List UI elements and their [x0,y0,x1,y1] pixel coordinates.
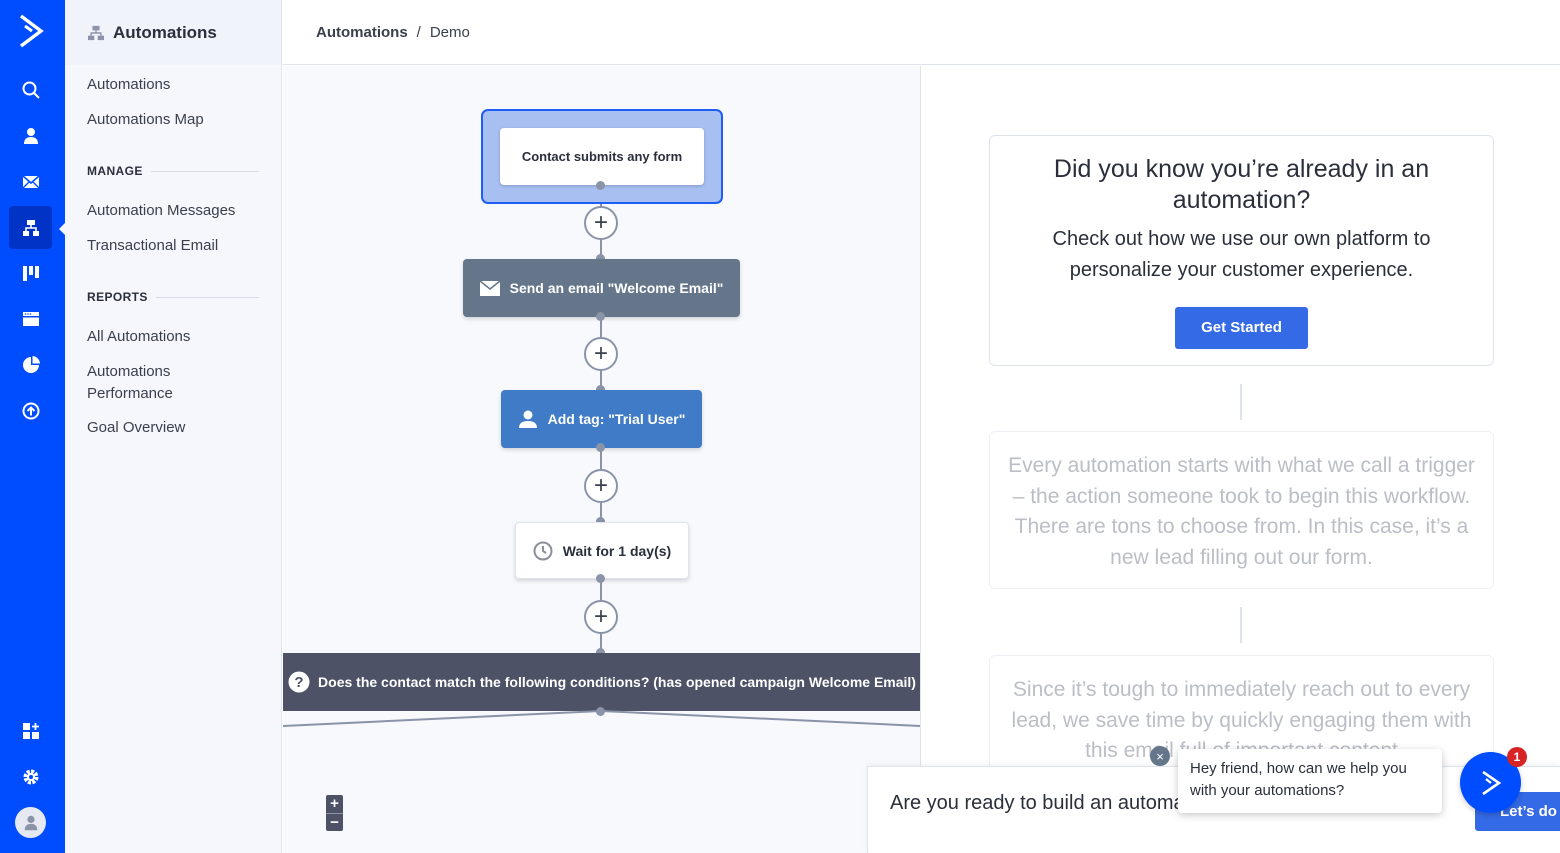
add-step-button[interactable]: + [584,600,618,634]
zoom-controls: + − [326,795,343,831]
workflow-canvas[interactable]: Contact submits any form + Send an email… [283,66,921,853]
question-icon: ? [288,671,310,693]
automations-icon [22,219,39,236]
apps-add-icon [22,722,39,739]
subnav-title: Automations [113,22,217,42]
node-label: Add tag: "Trial User" [547,411,686,427]
subnav-link-all-automations[interactable]: All Automations [87,326,262,348]
breadcrumb-automations[interactable]: Automations [316,24,408,41]
rail-apps[interactable] [9,709,52,752]
breadcrumb-separator: / [416,23,421,41]
trigger-node[interactable]: Contact submits any form [500,128,704,185]
add-step-button[interactable]: + [584,206,618,240]
section-title: MANAGE [87,164,143,178]
get-started-button[interactable]: Get Started [1175,307,1308,349]
guide-intro-card: Did you know you’re already in an automa… [989,135,1494,366]
section-title: REPORTS [87,290,148,304]
clock-icon [533,541,553,560]
subnav-section-manage: MANAGE [87,164,259,178]
automations-subnav: Automations Automations Automations Map … [65,0,282,853]
upgrade-arrow-icon [22,402,39,419]
branch-connectors [283,710,920,727]
breadcrumb: Automations / Demo [283,0,1560,65]
website-icon [22,311,39,326]
subnav-link-automations-map[interactable]: Automations Map [87,109,262,131]
trigger-selected-frame: Contact submits any form [481,109,723,204]
envelope-icon [479,280,500,296]
connector-dot [596,443,605,452]
gear-icon [23,769,38,784]
chat-message[interactable]: Hey friend, how can we help you with you… [1178,749,1442,813]
breadcrumb-current: Demo [429,23,470,41]
activecampaign-chevron-icon [1481,770,1501,795]
svg-text:?: ? [294,674,303,691]
chat-close-button[interactable]: × [1150,746,1170,766]
wait-node[interactable]: Wait for 1 day(s) [515,522,689,579]
guide-connector [1240,607,1242,643]
connector-dot [596,574,605,583]
guide-heading: Did you know you’re already in an automa… [1053,155,1430,214]
primary-nav-rail [0,0,66,853]
node-label: Send an email "Welcome Email" [509,280,724,296]
rail-website[interactable] [9,297,52,340]
reports-pie-icon [22,355,40,373]
rail-settings[interactable] [9,755,52,798]
user-icon [518,410,537,428]
subnav-section-reports: REPORTS [87,290,259,304]
rail-deals[interactable] [9,251,52,294]
add-step-button[interactable]: + [584,469,618,503]
deals-icon [22,265,39,281]
automations-icon [88,25,104,40]
node-label: Wait for 1 day(s) [562,542,672,559]
rail-reports[interactable] [9,343,52,386]
subnav-link-automation-messages[interactable]: Automation Messages [87,200,262,222]
add-tag-node[interactable]: Add tag: "Trial User" [501,390,702,448]
account-avatar[interactable] [15,807,46,838]
rail-automations[interactable] [9,206,52,249]
section-divider [150,170,259,172]
subnav-header: Automations [65,0,281,65]
unread-badge: 1 [1507,747,1527,767]
activecampaign-logo-icon[interactable] [14,12,48,50]
rail-contacts[interactable] [9,114,52,157]
search-icon [22,81,40,99]
section-divider [155,296,259,298]
add-step-button[interactable]: + [584,337,618,371]
connector-dot [596,312,605,321]
guide-panel: Did you know you’re already in an automa… [922,66,1560,853]
subnav-link-automations-performance[interactable]: Automations Performance [87,361,197,405]
campaigns-icon [21,174,40,188]
subnav-link-automations[interactable]: Automations [87,74,262,96]
node-label: Does the contact match the following con… [318,674,916,690]
guide-step-card: Every automation starts with what we cal… [989,431,1494,589]
zoom-in-button[interactable]: + [326,795,343,814]
contacts-icon [23,127,38,144]
zoom-out-button[interactable]: − [326,814,343,832]
subnav-link-transactional-email[interactable]: Transactional Email [87,235,262,257]
guide-subheading: Check out how we use our own platform to… [1052,228,1431,281]
guide-connector [1240,384,1242,420]
send-email-node[interactable]: Send an email "Welcome Email" [463,259,740,317]
connector-dot [596,181,605,190]
subnav-link-goal-overview[interactable]: Goal Overview [87,417,262,439]
rail-campaigns[interactable] [9,160,52,203]
condition-node[interactable]: ? Does the contact match the following c… [283,653,920,711]
rail-upgrade[interactable] [9,389,52,432]
rail-search[interactable] [9,68,52,111]
avatar-icon [24,815,37,830]
